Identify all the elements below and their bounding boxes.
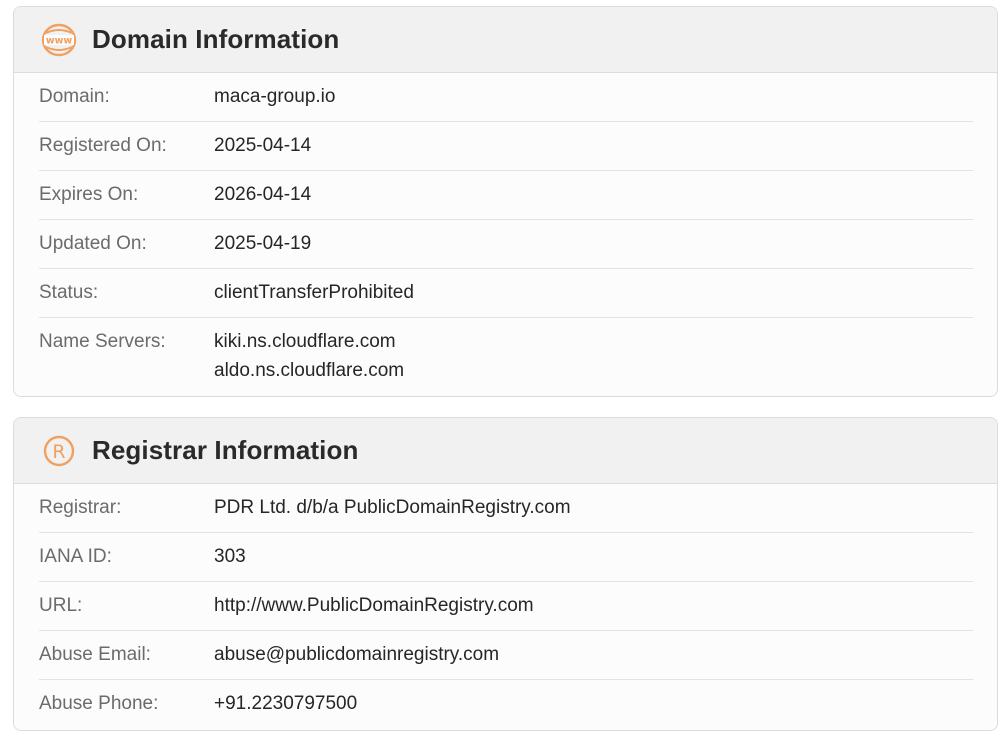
row-registered-on: Registered On: 2025-04-14: [39, 122, 973, 171]
row-url: URL: http://www.PublicDomainRegistry.com: [39, 582, 973, 631]
field-value: 2026-04-14: [214, 184, 312, 205]
field-value: 2025-04-19: [214, 233, 312, 254]
field-label: Abuse Phone:: [39, 693, 159, 714]
field-label: Registered On:: [39, 135, 167, 156]
field-value: abuse@publicdomainregistry.com: [214, 644, 500, 665]
field-value: http://www.PublicDomainRegistry.com: [214, 595, 534, 616]
row-iana-id: IANA ID: 303: [39, 533, 973, 582]
name-server-item: aldo.ns.cloudflare.com: [214, 360, 405, 381]
row-updated-on: Updated On: 2025-04-19: [39, 220, 973, 269]
row-abuse-phone: Abuse Phone: +91.2230797500: [39, 680, 973, 729]
field-value: PDR Ltd. d/b/a PublicDomainRegistry.com: [214, 497, 571, 518]
row-abuse-email: Abuse Email: abuse@publicdomainregistry.…: [39, 631, 973, 680]
svg-text:www: www: [46, 35, 73, 46]
registrar-details-list: Registrar: PDR Ltd. d/b/a PublicDomainRe…: [14, 484, 997, 729]
field-label: URL:: [39, 595, 83, 616]
row-registrar: Registrar: PDR Ltd. d/b/a PublicDomainRe…: [39, 484, 973, 533]
www-globe-icon: www: [41, 22, 77, 58]
field-label: Abuse Email:: [39, 644, 151, 665]
field-value: 303: [214, 546, 246, 567]
registered-icon: R: [41, 433, 77, 469]
page-title: Domain Information: [92, 24, 340, 54]
field-value: 2025-04-14: [214, 135, 312, 156]
row-status: Status: clientTransferProhibited: [39, 269, 973, 318]
domain-information-header: www Domain Information: [14, 7, 997, 73]
field-label: Updated On:: [39, 233, 147, 254]
field-label: Expires On:: [39, 184, 139, 205]
svg-text:R: R: [52, 441, 65, 463]
field-value: maca-group.io: [214, 86, 336, 107]
field-label: Name Servers:: [39, 331, 166, 352]
field-label: Registrar:: [39, 497, 122, 518]
field-label: IANA ID:: [39, 546, 112, 567]
field-value: +91.2230797500: [214, 693, 358, 714]
row-name-servers: Name Servers: kiki.ns.cloudflare.com ald…: [39, 318, 973, 396]
status-badge: clientTransferProhibited: [214, 282, 414, 303]
section-title: Registrar Information: [92, 435, 359, 465]
row-expires-on: Expires On: 2026-04-14: [39, 171, 973, 220]
name-server-list: kiki.ns.cloudflare.com aldo.ns.cloudflar…: [214, 327, 404, 385]
name-server-item: kiki.ns.cloudflare.com: [214, 331, 396, 352]
field-label: Domain:: [39, 86, 110, 107]
domain-details-list: Domain: maca-group.io Registered On: 202…: [14, 73, 997, 396]
registrar-information-card: R Registrar Information Registrar: PDR L…: [13, 417, 998, 731]
domain-information-card: www Domain Information Domain: maca-grou…: [13, 6, 998, 397]
field-label: Status:: [39, 282, 99, 303]
row-domain: Domain: maca-group.io: [39, 73, 973, 122]
registrar-information-header: R Registrar Information: [14, 418, 997, 484]
